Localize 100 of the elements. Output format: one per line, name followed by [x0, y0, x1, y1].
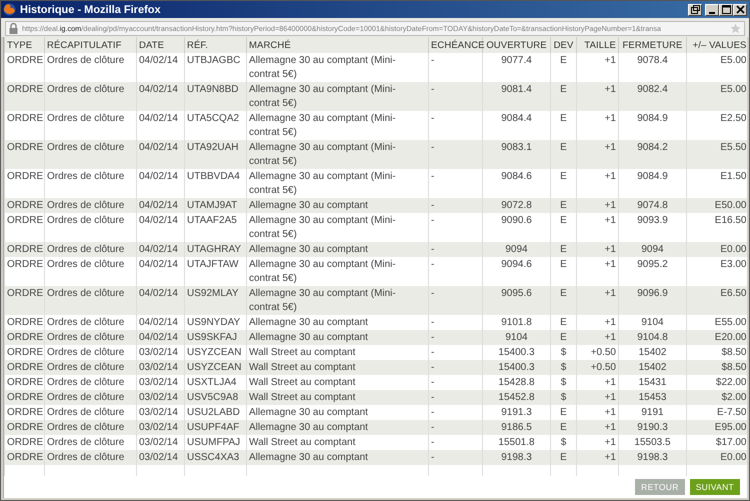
opening-cell: 9081.4 — [482, 82, 550, 111]
summary-cell: Ordres de clôture — [44, 198, 136, 213]
market-cell: Allemagne 30 au comptant — [246, 420, 428, 435]
column-header: RÉF. — [184, 37, 246, 53]
reference-cell: UTA92UAH — [184, 140, 246, 169]
summary-cell: Ordres de clôture — [44, 242, 136, 257]
reference-cell: USUPF4AF — [184, 420, 246, 435]
close-icon[interactable] — [733, 4, 747, 16]
lock-icon — [9, 22, 18, 34]
star-icon[interactable] — [730, 22, 741, 34]
column-header: DEV — [550, 37, 576, 53]
market-cell: Allemagne 30 au comptant — [246, 198, 428, 213]
opening-cell: 9072.8 — [482, 198, 550, 213]
reference-cell: USSC4XA3 — [184, 450, 246, 465]
closing-cell: 15402 — [618, 360, 686, 375]
reference-cell: USYZCEAN — [184, 360, 246, 375]
summary-cell: Ordres de clôture — [44, 140, 136, 169]
size-cell: +1 — [576, 242, 618, 257]
expiry-cell: - — [428, 140, 482, 169]
expiry-cell: - — [428, 450, 482, 465]
value-cell: E20.00 — [686, 330, 747, 345]
date-cell: 04/02/14 — [136, 82, 184, 111]
currency-cell: E — [550, 140, 576, 169]
expiry-cell: - — [428, 242, 482, 257]
reference-cell: UTAMJ9AT — [184, 198, 246, 213]
type-cell: ORDRE — [4, 82, 44, 111]
summary-cell: Ordres de clôture — [44, 286, 136, 315]
market-cell: Allemagne 30 au comptant — [246, 450, 428, 465]
expiry-cell: - — [428, 82, 482, 111]
opening-cell: 15452.8 — [482, 390, 550, 405]
size-cell: +1 — [576, 450, 618, 465]
size-cell: +1 — [576, 420, 618, 435]
market-cell: Allemagne 30 au comptant (Mini-contrat 5€) — [246, 140, 428, 169]
expiry-cell: - — [428, 360, 482, 375]
value-cell: E50.00 — [686, 198, 747, 213]
type-cell: ORDRE — [4, 140, 44, 169]
column-header: DATE — [136, 37, 184, 53]
summary-cell: Ordres de clôture — [44, 82, 136, 111]
date-cell: 03/02/14 — [136, 450, 184, 465]
opening-cell: 15400.3 — [482, 360, 550, 375]
type-cell: ORDRE — [4, 360, 44, 375]
maximize-icon[interactable] — [719, 4, 733, 16]
market-cell: Allemagne 30 au comptant (Mini-contrat 5€) — [246, 82, 428, 111]
size-cell: +1 — [576, 140, 618, 169]
type-cell: ORDRE — [4, 450, 44, 465]
summary-cell: Ordres de clôture — [44, 330, 136, 345]
reference-cell: UTA9N8BD — [184, 82, 246, 111]
globe-fox-icon — [3, 3, 16, 16]
date-cell: 04/02/14 — [136, 242, 184, 257]
value-cell: $8.50 — [686, 360, 747, 375]
restore-icon[interactable] — [688, 4, 702, 16]
type-cell: ORDRE — [4, 242, 44, 257]
summary-cell: Ordres de clôture — [44, 360, 136, 375]
closing-cell: 15453 — [618, 390, 686, 405]
column-header: RÉCAPITULATIF — [44, 37, 136, 53]
column-header: OUVERTURE — [482, 37, 550, 53]
currency-cell: $ — [550, 360, 576, 375]
reference-cell: USV5C9A8 — [184, 390, 246, 405]
market-cell: Allemagne 30 au comptant — [246, 330, 428, 345]
date-cell: 04/02/14 — [136, 330, 184, 345]
date-cell: 04/02/14 — [136, 286, 184, 315]
value-cell: E5.50 — [686, 140, 747, 169]
date-cell: 03/02/14 — [136, 420, 184, 435]
currency-cell: E — [550, 450, 576, 465]
closing-cell: 9074.8 — [618, 198, 686, 213]
opening-cell: 9083.1 — [482, 140, 550, 169]
opening-cell: 9095.6 — [482, 286, 550, 315]
opening-cell: 9198.3 — [482, 450, 550, 465]
currency-cell: E — [550, 330, 576, 345]
value-cell: E6.50 — [686, 286, 747, 315]
summary-cell: Ordres de clôture — [44, 390, 136, 405]
opening-cell: 9094 — [482, 242, 550, 257]
expiry-cell: - — [428, 390, 482, 405]
minimize-icon[interactable] — [705, 4, 719, 16]
closing-cell: 9082.4 — [618, 82, 686, 111]
size-cell: +1 — [576, 390, 618, 405]
date-cell: 03/02/14 — [136, 390, 184, 405]
value-cell: E0.00 — [686, 242, 747, 257]
reference-cell: US9SKFAJ — [184, 330, 246, 345]
expiry-cell: - — [428, 330, 482, 345]
column-header: +/– VALUES — [686, 37, 747, 53]
reference-cell: US92MLAY — [184, 286, 246, 315]
closing-cell: 9198.3 — [618, 450, 686, 465]
next-button[interactable]: SUIVANT — [690, 479, 740, 495]
closing-cell: 9094 — [618, 242, 686, 257]
market-cell: Wall Street au comptant — [246, 390, 428, 405]
value-cell: E95.00 — [686, 420, 747, 435]
reference-cell: UTAGHRAY — [184, 242, 246, 257]
closing-cell: 9096.9 — [618, 286, 686, 315]
currency-cell: E — [550, 286, 576, 315]
market-cell: Allemagne 30 au comptant — [246, 242, 428, 257]
closing-cell: 9104.8 — [618, 330, 686, 345]
currency-cell: E — [550, 420, 576, 435]
date-cell: 04/02/14 — [136, 140, 184, 169]
currency-cell: E — [550, 82, 576, 111]
column-header: MARCHÉ — [246, 37, 428, 53]
opening-cell: 9104 — [482, 330, 550, 345]
type-cell: ORDRE — [4, 390, 44, 405]
date-cell: 03/02/14 — [136, 360, 184, 375]
type-cell: ORDRE — [4, 330, 44, 345]
